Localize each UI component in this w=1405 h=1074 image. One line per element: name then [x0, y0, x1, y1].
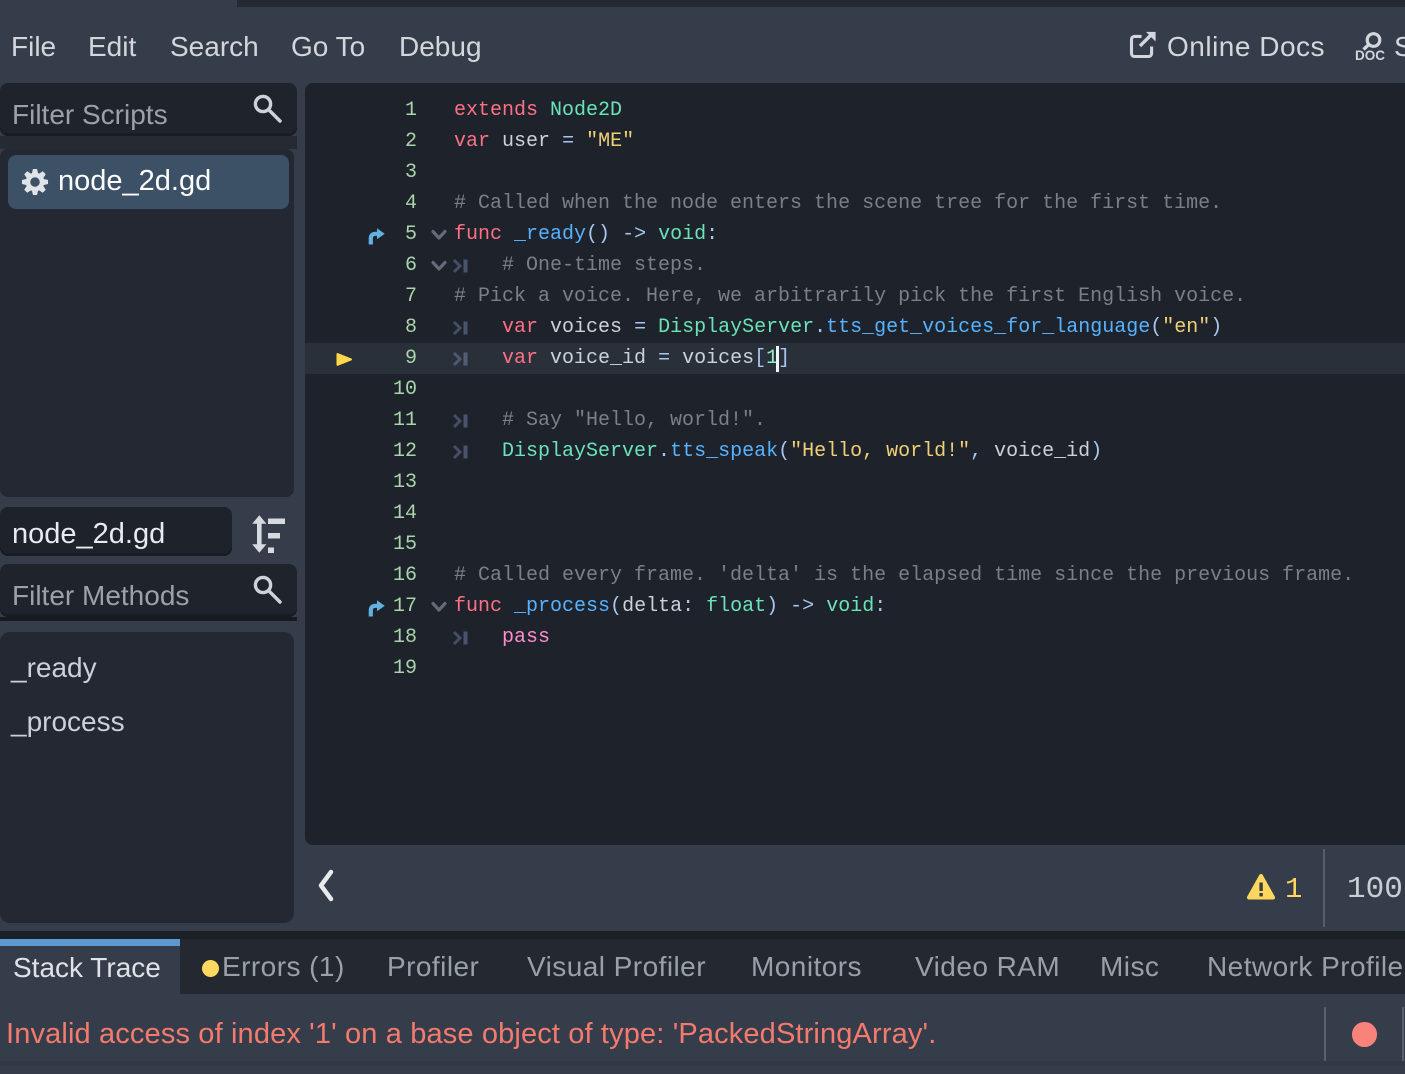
svg-text:DOC: DOC — [1355, 48, 1385, 62]
